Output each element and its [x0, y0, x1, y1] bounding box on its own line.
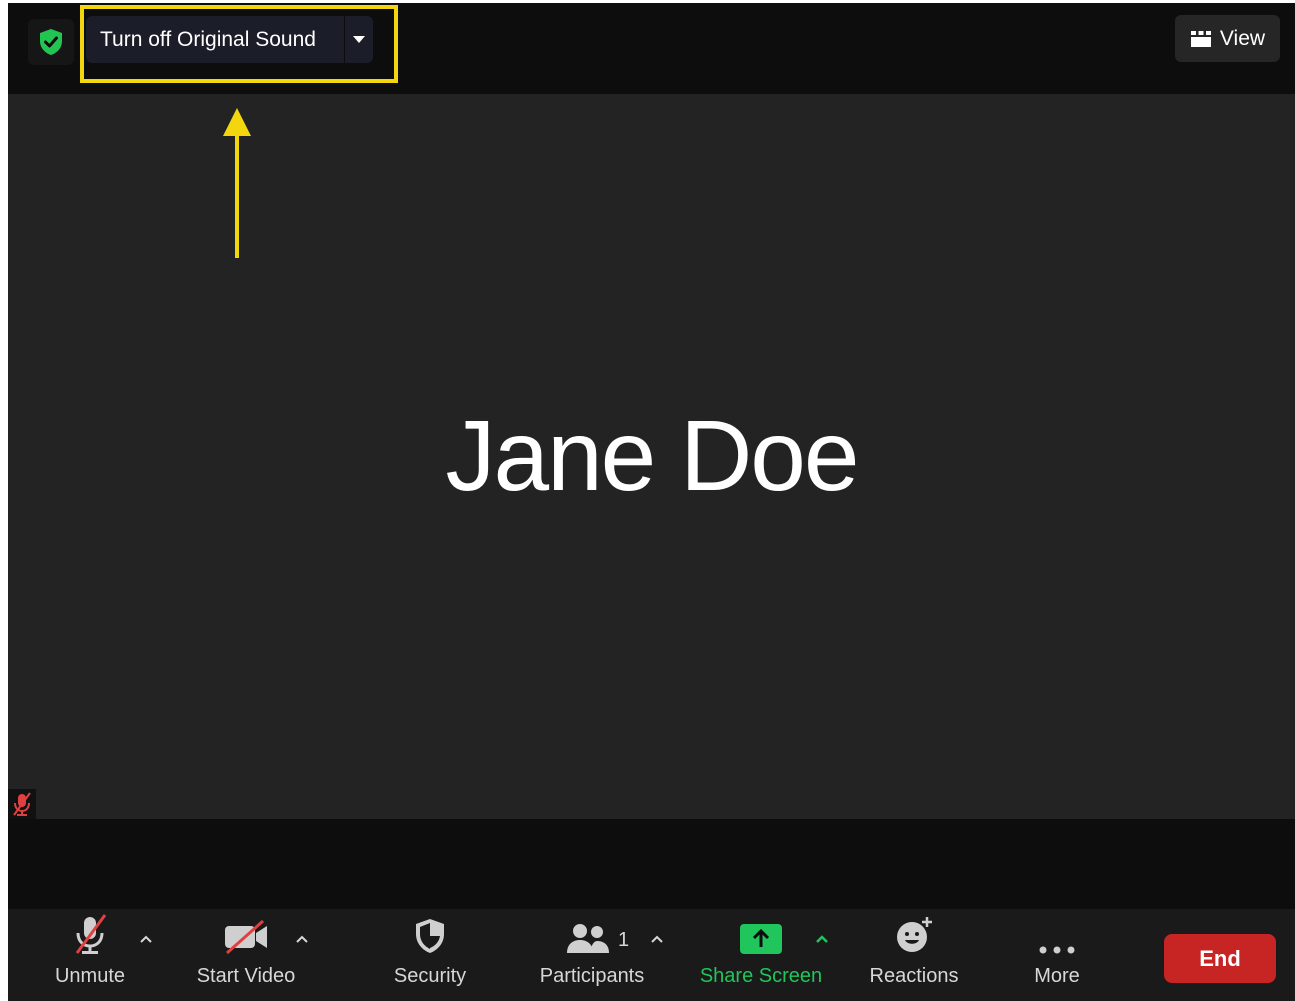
unmute-button[interactable]: Unmute: [46, 909, 134, 1001]
meeting-toolbar: Unmute Start Video Security Participants…: [8, 909, 1295, 1001]
reactions-icon: [897, 917, 932, 952]
share-options-caret-up-icon[interactable]: [814, 931, 830, 947]
original-sound-label: Turn off Original Sound: [100, 27, 316, 51]
filmstrip-gap: [8, 819, 1295, 909]
original-sound-control: Turn off Original Sound: [86, 16, 373, 63]
mic-muted-icon: [75, 914, 107, 954]
turn-off-original-sound-button[interactable]: Turn off Original Sound: [86, 16, 344, 63]
grid-view-icon: [1190, 30, 1211, 47]
more-label: More: [1034, 965, 1080, 987]
video-area: Jane Doe: [8, 94, 1295, 819]
video-off-icon: [225, 919, 267, 955]
end-label: End: [1199, 945, 1241, 971]
zoom-meeting-window: Turn off Original Sound View Jane Doe Un…: [8, 3, 1295, 1001]
participants-button[interactable]: Participants: [528, 909, 656, 1001]
mic-muted-icon: [13, 792, 31, 816]
reactions-button[interactable]: Reactions: [864, 909, 964, 1001]
participant-muted-indicator: [8, 789, 36, 819]
start-video-label: Start Video: [196, 965, 296, 987]
participants-icon: [567, 924, 609, 953]
security-button[interactable]: Security: [386, 909, 474, 1001]
more-button[interactable]: More: [1022, 909, 1092, 1001]
participants-options-caret-up-icon[interactable]: [649, 931, 665, 947]
start-video-button[interactable]: Start Video: [186, 909, 306, 1001]
top-bar: Turn off Original Sound View: [8, 3, 1295, 94]
security-label: Security: [393, 965, 467, 987]
share-screen-icon: [740, 924, 782, 954]
encryption-shield-button[interactable]: [28, 19, 74, 65]
annotation-arrow-up-icon: [223, 108, 251, 258]
audio-options-caret-up-icon[interactable]: [138, 931, 154, 947]
security-shield-icon: [416, 919, 444, 953]
end-meeting-button[interactable]: End: [1164, 934, 1276, 983]
share-screen-button[interactable]: Share Screen: [694, 909, 828, 1001]
shield-check-icon: [40, 29, 62, 55]
participants-count: 1: [618, 929, 630, 951]
participant-name: Jane Doe: [445, 400, 859, 512]
view-button[interactable]: View: [1175, 15, 1280, 62]
original-sound-dropdown-button[interactable]: [344, 16, 373, 63]
chevron-down-icon: [353, 35, 365, 43]
video-options-caret-up-icon[interactable]: [294, 931, 310, 947]
more-icon: [1039, 946, 1075, 954]
view-label: View: [1219, 26, 1266, 50]
reactions-label: Reactions: [869, 965, 959, 987]
unmute-label: Unmute: [54, 965, 126, 987]
participants-label: Participants: [539, 965, 645, 987]
share-screen-label: Share Screen: [699, 965, 823, 987]
